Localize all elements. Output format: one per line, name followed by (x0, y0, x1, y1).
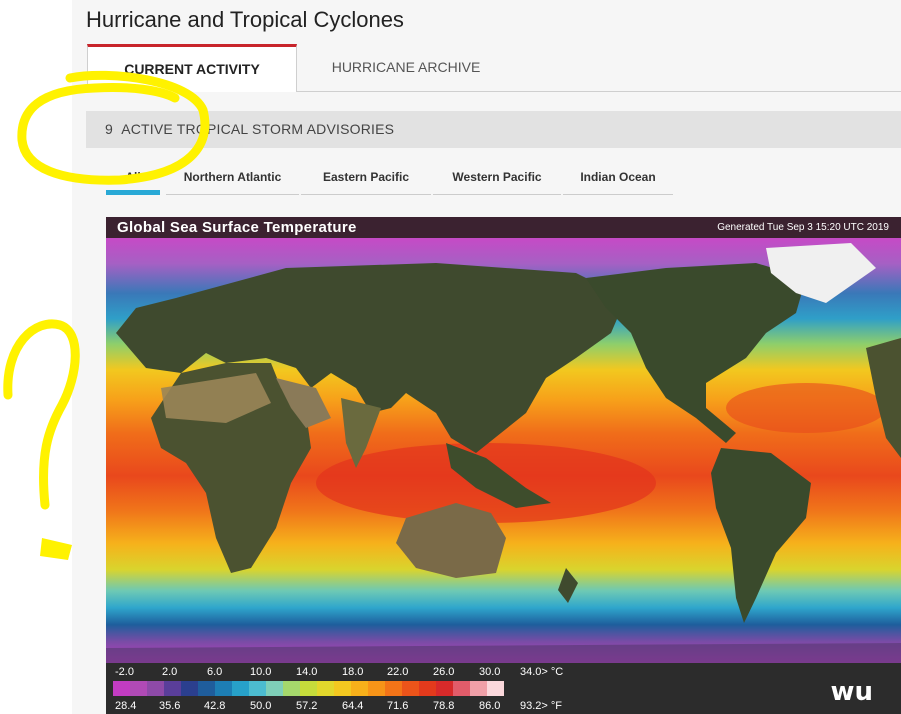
map-title: Global Sea Surface Temperature (117, 219, 357, 236)
wu-logo[interactable]: wu (830, 677, 873, 707)
legend-c-label: 34.0> °C (520, 666, 564, 678)
legend-c-label: 30.0 (479, 666, 501, 678)
colorbar-swatch (181, 681, 198, 696)
map-generated-time: Generated Tue Sep 3 15:20 UTC 2019 (717, 222, 889, 233)
map-header: Global Sea Surface Temperature Generated… (106, 217, 901, 238)
colorbar-swatch (198, 681, 215, 696)
colorbar-swatch (164, 681, 181, 696)
advisory-bar[interactable]: 9 ACTIVE TROPICAL STORM ADVISORIES (86, 111, 901, 148)
sea-surface-temperature-image (106, 238, 901, 663)
basin-tab-indian-ocean[interactable]: Indian Ocean (563, 166, 673, 195)
colorbar-swatch (385, 681, 402, 696)
legend-c-label: 10.0 (250, 666, 272, 678)
colorbar-swatch (368, 681, 385, 696)
colorbar-swatch (113, 681, 130, 696)
legend-f-label: 64.4 (342, 700, 364, 712)
colorbar-swatch (266, 681, 283, 696)
legend-c-label: 22.0 (387, 666, 409, 678)
basin-tab-eastern-pacific[interactable]: Eastern Pacific (301, 166, 431, 195)
legend-c-label: 2.0 (162, 666, 178, 678)
advisory-count: 9 (105, 121, 113, 137)
colorbar-swatch (470, 681, 487, 696)
colorbar-swatch (215, 681, 232, 696)
legend-c-label: 26.0 (433, 666, 455, 678)
legend-c-label: -2.0 (115, 666, 134, 678)
legend-fahrenheit-row: 28.4 35.6 42.8 50.0 57.2 64.4 71.6 78.8 … (106, 700, 566, 714)
colorbar-swatch (249, 681, 266, 696)
legend-f-label: 71.6 (387, 700, 409, 712)
colorbar-swatch (147, 681, 164, 696)
colorbar-swatch (453, 681, 470, 696)
tab-bar: CURRENT ACTIVITY HURRICANE ARCHIVE (86, 44, 901, 92)
atlantic-warm (726, 383, 886, 433)
colorbar-swatch (351, 681, 368, 696)
legend-f-label: 93.2> °F (520, 700, 563, 712)
colorbar-swatch (419, 681, 436, 696)
basin-tab-western-pacific[interactable]: Western Pacific (433, 166, 561, 195)
legend-f-label: 57.2 (296, 700, 318, 712)
legend-celsius-row: -2.0 2.0 6.0 10.0 14.0 18.0 22.0 26.0 30… (106, 666, 566, 680)
question-mark-dot (40, 538, 72, 560)
legend-f-label: 86.0 (479, 700, 501, 712)
legend-f-label: 35.6 (159, 700, 181, 712)
colorbar-swatch (300, 681, 317, 696)
legend-c-label: 6.0 (207, 666, 223, 678)
colorbar-swatch (232, 681, 249, 696)
legend-colorbar (113, 681, 504, 696)
question-mark (3, 319, 80, 510)
tab-hurricane-archive[interactable]: HURRICANE ARCHIVE (301, 44, 511, 90)
advisory-text: 9 ACTIVE TROPICAL STORM ADVISORIES (105, 121, 394, 137)
legend-c-label: 14.0 (296, 666, 318, 678)
colorbar-swatch (334, 681, 351, 696)
colorbar-swatch (487, 681, 504, 696)
basin-tab-all[interactable]: All (106, 166, 160, 195)
legend-f-label: 78.8 (433, 700, 455, 712)
basin-tab-northern-atlantic[interactable]: Northern Atlantic (166, 166, 299, 195)
page-title: Hurricane and Tropical Cyclones (86, 7, 404, 32)
tab-current-activity[interactable]: CURRENT ACTIVITY (87, 44, 297, 92)
colorbar-swatch (317, 681, 334, 696)
advisory-label: ACTIVE TROPICAL STORM ADVISORIES (121, 121, 395, 137)
legend-f-label: 28.4 (115, 700, 137, 712)
sst-map[interactable]: Global Sea Surface Temperature Generated… (106, 217, 901, 714)
legend-f-label: 42.8 (204, 700, 226, 712)
colorbar-swatch (130, 681, 147, 696)
legend-c-label: 18.0 (342, 666, 364, 678)
colorbar-swatch (436, 681, 453, 696)
colorbar-swatch (283, 681, 300, 696)
color-legend: -2.0 2.0 6.0 10.0 14.0 18.0 22.0 26.0 30… (106, 663, 901, 714)
legend-f-label: 50.0 (250, 700, 272, 712)
colorbar-swatch (402, 681, 419, 696)
